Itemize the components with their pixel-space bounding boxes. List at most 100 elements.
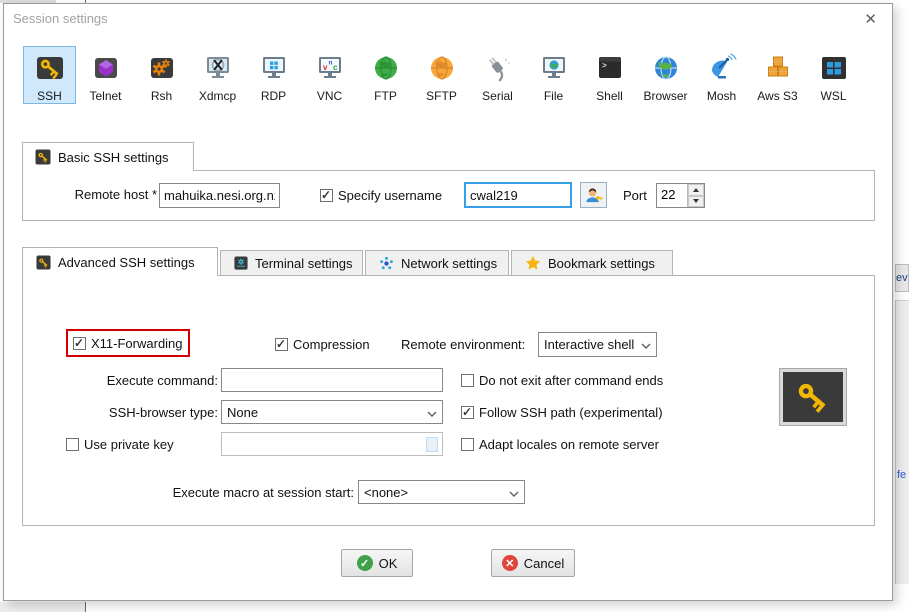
tab-label: Terminal settings — [255, 256, 353, 271]
session-type-label: RDP — [261, 89, 286, 103]
execute-macro-select[interactable]: <none> — [358, 480, 525, 504]
tab-advanced-ssh-settings[interactable]: Advanced SSH settings — [22, 247, 218, 276]
file-icon — [538, 52, 570, 84]
session-type-label: Browser — [643, 89, 687, 103]
use-private-key-checkbox[interactable]: Use private key — [66, 437, 174, 452]
cancel-button[interactable]: ✕ Cancel — [491, 549, 575, 577]
port-up-button[interactable] — [688, 184, 704, 196]
cancel-label: Cancel — [524, 556, 564, 571]
session-type-mosh[interactable]: Mosh — [695, 46, 748, 104]
tab-label: Advanced SSH settings — [58, 255, 195, 270]
checkbox-box[interactable] — [461, 374, 474, 387]
session-type-label: Telnet — [89, 89, 121, 103]
remote-environment-select[interactable]: Interactive shell — [538, 332, 657, 357]
session-type-label: SFTP — [426, 89, 457, 103]
svg-text:>: > — [602, 62, 607, 71]
session-settings-dialog: Session settings ✕ SSH Telnet — [3, 3, 893, 601]
checkbox-box[interactable] — [275, 338, 288, 351]
do-not-exit-checkbox[interactable]: Do not exit after command ends — [461, 373, 663, 388]
do-not-exit-label: Do not exit after command ends — [479, 373, 663, 388]
ssh-browser-type-select[interactable]: None — [221, 400, 443, 424]
close-icon[interactable]: ✕ — [864, 10, 877, 28]
ssh-session-key-graphic — [780, 369, 846, 425]
specify-username-checkbox[interactable]: Specify username — [320, 188, 442, 203]
session-type-wsl[interactable]: WSL — [807, 46, 860, 104]
session-type-aws-s3[interactable]: Aws S3 — [751, 46, 804, 104]
session-type-rsh[interactable]: Rsh — [135, 46, 188, 104]
session-type-label: Rsh — [151, 89, 172, 103]
remote-host-label: Remote host * — [57, 187, 157, 202]
tab-terminal-settings[interactable]: Terminal settings — [220, 250, 363, 276]
checkbox-box[interactable] — [461, 406, 474, 419]
session-type-rdp[interactable]: RDP — [247, 46, 300, 104]
partial-text-bottom: fe — [897, 469, 906, 481]
follow-ssh-path-checkbox[interactable]: Follow SSH path (experimental) — [461, 405, 663, 420]
shell-terminal-icon: > — [594, 52, 626, 84]
session-type-serial[interactable]: Serial — [471, 46, 524, 104]
browser-globe-icon — [650, 52, 682, 84]
tab-network-settings[interactable]: Network settings — [365, 250, 509, 276]
session-type-ssh[interactable]: SSH — [23, 46, 76, 104]
x11-forwarding-checkbox[interactable] — [73, 337, 86, 350]
ok-button[interactable]: ✓ OK — [341, 549, 413, 577]
terminal-settings-icon — [234, 256, 248, 270]
session-type-xdmcp[interactable]: Xdmcp — [191, 46, 244, 104]
background-window-divider-bottom — [85, 602, 86, 612]
chevron-down-icon — [509, 485, 519, 500]
username-input[interactable] — [464, 182, 572, 208]
dialog-title: Session settings — [13, 11, 108, 26]
mosh-satellite-icon — [706, 52, 738, 84]
use-private-key-label: Use private key — [84, 437, 174, 452]
port-spinner[interactable]: 22 — [656, 183, 705, 208]
remote-environment-label: Remote environment: — [401, 337, 525, 352]
session-type-label: FTP — [374, 89, 397, 103]
session-type-browser[interactable]: Browser — [639, 46, 692, 104]
session-type-shell[interactable]: > Shell — [583, 46, 636, 104]
background-window-fragment-right-panel: fe — [895, 300, 909, 584]
port-value[interactable]: 22 — [657, 184, 687, 207]
compression-label: Compression — [293, 337, 370, 352]
tab-bookmark-settings[interactable]: Bookmark settings — [511, 250, 673, 276]
execute-macro-value: <none> — [364, 485, 408, 500]
compression-checkbox[interactable]: Compression — [275, 337, 370, 352]
file-browse-icon[interactable] — [426, 437, 438, 452]
session-type-label: VNC — [317, 89, 342, 103]
sftp-globe-icon — [426, 52, 458, 84]
adapt-locales-checkbox[interactable]: Adapt locales on remote server — [461, 437, 659, 452]
specify-username-label: Specify username — [338, 188, 442, 203]
rsh-icon — [146, 52, 178, 84]
session-type-ftp[interactable]: FTP — [359, 46, 412, 104]
session-type-label: WSL — [820, 89, 846, 103]
background-window-fragment-right-button: ev — [895, 264, 909, 292]
basic-ssh-settings-tab: Basic SSH settings — [22, 142, 194, 171]
checkbox-box[interactable] — [461, 438, 474, 451]
x11-forwarding-label: X11-Forwarding — [91, 336, 183, 351]
cancel-x-icon: ✕ — [502, 555, 518, 571]
basic-ssh-settings-group: Remote host * Specify username Port 22 — [22, 170, 875, 221]
ssh-key-icon — [34, 52, 66, 84]
ssh-browser-type-label: SSH-browser type: — [68, 405, 218, 420]
serial-plug-icon — [482, 52, 514, 84]
ftp-globe-icon — [370, 52, 402, 84]
follow-ssh-path-label: Follow SSH path (experimental) — [479, 405, 663, 420]
key-icon — [790, 376, 836, 418]
port-down-button[interactable] — [688, 196, 704, 208]
remote-host-input[interactable] — [159, 183, 280, 208]
checkbox-box[interactable] — [320, 189, 333, 202]
execute-command-input[interactable] — [221, 368, 443, 392]
checkbox-box[interactable] — [66, 438, 79, 451]
session-type-sftp[interactable]: SFTP — [415, 46, 468, 104]
session-type-telnet[interactable]: Telnet — [79, 46, 132, 104]
execute-command-label: Execute command: — [68, 373, 218, 388]
svg-text:c: c — [333, 63, 338, 72]
session-type-vnc[interactable]: v c n VNC — [303, 46, 356, 104]
session-type-file[interactable]: File — [527, 46, 580, 104]
ok-label: OK — [379, 556, 398, 571]
ok-check-icon: ✓ — [357, 555, 373, 571]
svg-text:v: v — [323, 63, 328, 72]
ssh-browser-type-value: None — [227, 405, 258, 420]
svg-text:n: n — [328, 60, 332, 67]
session-type-label: Serial — [482, 89, 513, 103]
private-key-path-input[interactable] — [221, 432, 443, 456]
select-credential-button[interactable] — [580, 182, 607, 208]
